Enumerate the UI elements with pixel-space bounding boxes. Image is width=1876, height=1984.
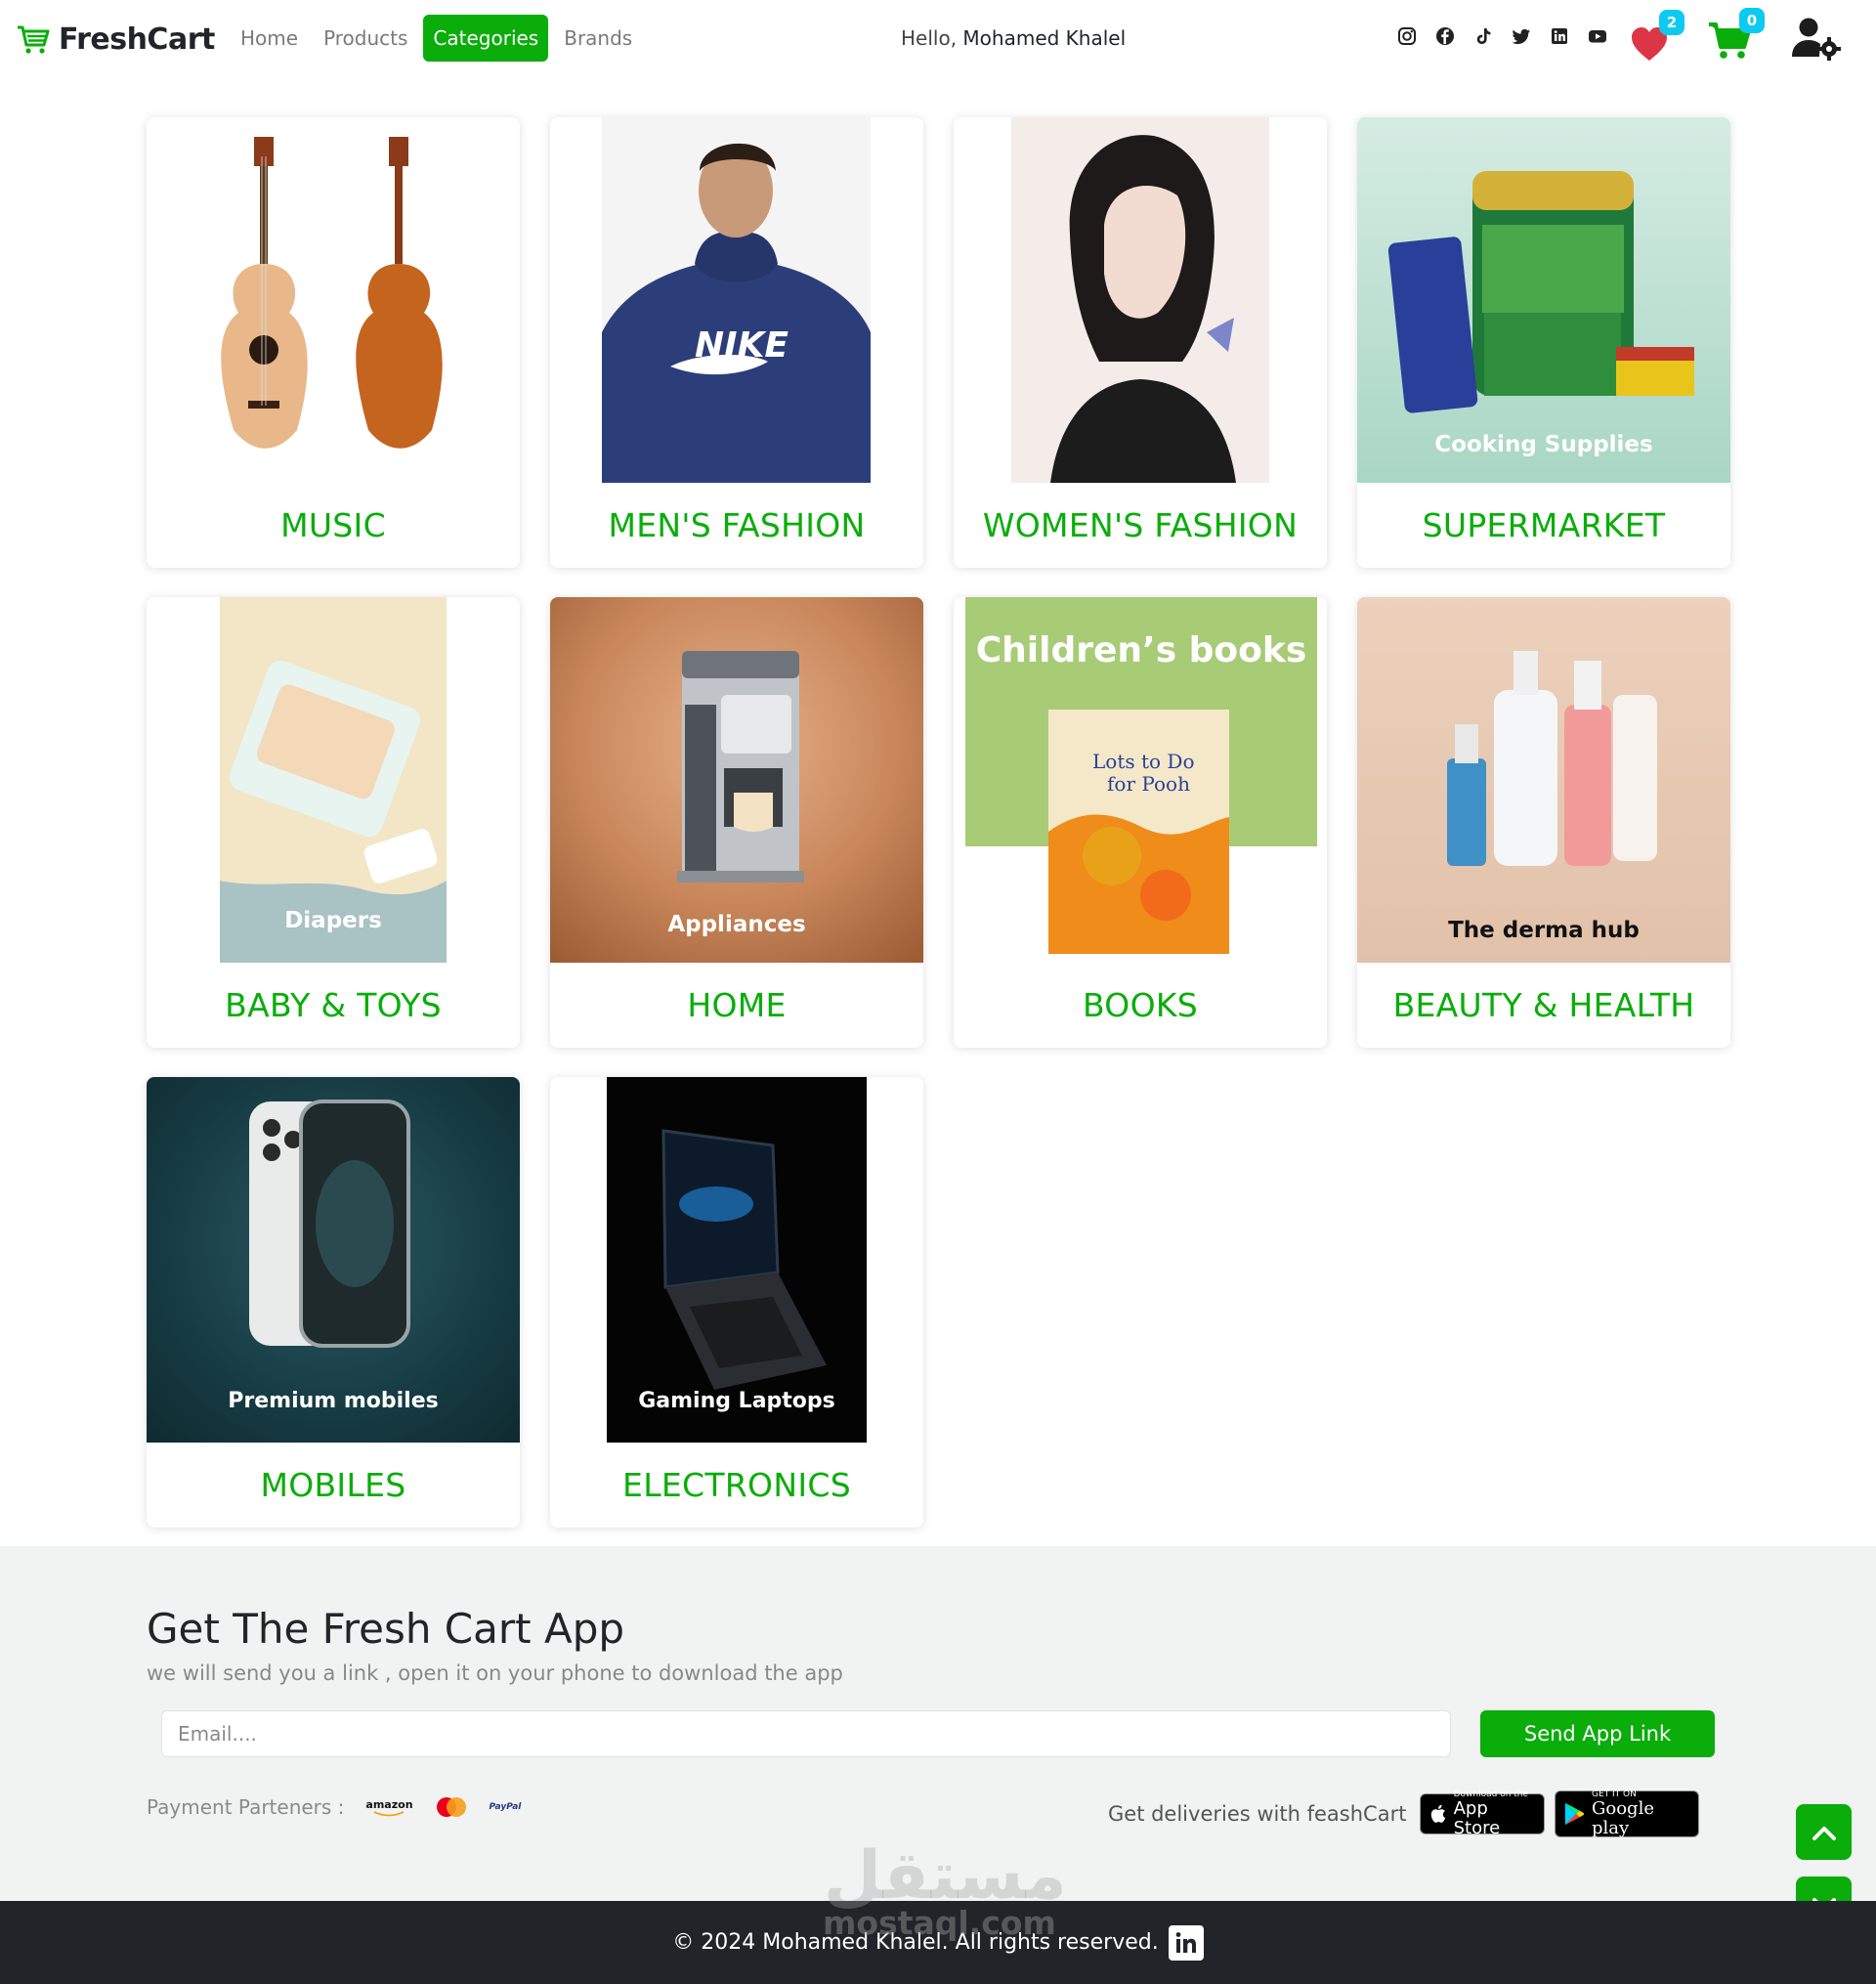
- category-name: HOME: [687, 986, 787, 1024]
- supermarket-image: Cooking Supplies: [1357, 117, 1730, 483]
- derma-products-image: [1447, 651, 1657, 866]
- man-hoodie-image: NIKE: [602, 117, 871, 483]
- copyright-text: © 2024 Mohamed Khalel. All rights reserv…: [672, 1930, 1159, 1955]
- svg-text:for Pooh: for Pooh: [1107, 772, 1190, 796]
- greeting-prefix: Hello,: [901, 26, 958, 50]
- category-name: MEN'S FASHION: [608, 506, 866, 544]
- category-name: WOMEN'S FASHION: [982, 506, 1299, 544]
- category-card-books[interactable]: Lots to Do for Pooh Children’s books BOO…: [954, 597, 1327, 1048]
- music-image: [199, 117, 468, 483]
- category-card-baby-toys[interactable]: Diapers BABY & TOYS: [147, 597, 520, 1048]
- category-card-music[interactable]: MUSIC: [147, 117, 520, 568]
- svg-text:Lots to Do: Lots to Do: [1092, 750, 1195, 773]
- category-name: SUPERMARKET: [1422, 506, 1666, 544]
- app-download-section: Get The Fresh Cart App we will send you …: [0, 1546, 1876, 1901]
- user-gear-icon: [1792, 18, 1841, 61]
- navbar: FreshCart Home Products Categories Brand…: [0, 0, 1876, 80]
- wishlist-count-badge: 2: [1659, 10, 1684, 35]
- greeting: Hello, Mohamed Khalel: [901, 26, 1126, 50]
- baby-toys-image: Diapers: [220, 597, 447, 963]
- apple-icon: [1431, 1804, 1446, 1823]
- image-text: The derma hub: [1448, 918, 1640, 943]
- facebook-icon[interactable]: [1435, 26, 1455, 46]
- guitar-image: [221, 137, 443, 449]
- app-section-subtitle: we will send you a link , open it on you…: [147, 1661, 843, 1685]
- category-card-home[interactable]: Appliances HOME: [550, 597, 923, 1048]
- category-card-womens-fashion[interactable]: WOMEN'S FASHION: [954, 117, 1327, 568]
- category-name: BEAUTY & HEALTH: [1392, 986, 1695, 1024]
- gaming-laptop-image: [607, 1077, 867, 1443]
- linkedin-icon[interactable]: [1550, 26, 1569, 46]
- category-card-mobiles[interactable]: Premium mobiles MOBILES: [147, 1077, 520, 1528]
- app-store-button[interactable]: Download on the App Store: [1420, 1790, 1546, 1838]
- paypal-logo: PayPal: [489, 1802, 522, 1812]
- footer-linkedin-icon[interactable]: [1168, 1924, 1204, 1961]
- footer: © 2024 Mohamed Khalel. All rights reserv…: [0, 1901, 1876, 1984]
- category-name: ELECTRONICS: [622, 1466, 851, 1504]
- scroll-up-button[interactable]: [1796, 1804, 1852, 1860]
- image-text: Cooking Supplies: [1434, 432, 1653, 457]
- image-text: Gaming Laptops: [638, 1389, 835, 1413]
- image-text: Diapers: [284, 908, 382, 933]
- category-card-beauty-health[interactable]: The derma hub BEAUTY & HEALTH: [1357, 597, 1730, 1048]
- tiktok-icon[interactable]: [1473, 26, 1493, 46]
- category-card-electronics[interactable]: Gaming Laptops ELECTRONICS: [550, 1077, 923, 1528]
- cart-count-badge: 0: [1739, 8, 1765, 33]
- send-app-link-button[interactable]: Send App Link: [1480, 1710, 1715, 1757]
- google-play-button[interactable]: GET IT ON Google play: [1555, 1790, 1700, 1838]
- womens-fashion-image: [1011, 117, 1269, 483]
- mastercard-icon: [435, 1796, 468, 1818]
- category-card-supermarket[interactable]: Cooking Supplies SUPERMARKET: [1357, 117, 1730, 568]
- cart-button[interactable]: 0: [1708, 8, 1765, 59]
- home-image: Appliances: [550, 597, 923, 963]
- nav-links: Home Products Categories Brands: [231, 15, 642, 62]
- mobiles-image: Premium mobiles: [147, 1077, 520, 1443]
- twitter-icon[interactable]: [1512, 26, 1531, 46]
- instagram-icon[interactable]: [1397, 26, 1417, 46]
- payment-partners: Payment Parteners : amazon PayPal: [147, 1795, 521, 1819]
- electronics-image: Gaming Laptops: [607, 1077, 867, 1443]
- category-name: MUSIC: [280, 506, 386, 544]
- account-settings-button[interactable]: [1790, 16, 1843, 61]
- category-name: BOOKS: [1082, 986, 1199, 1024]
- mens-fashion-image: NIKE: [602, 117, 871, 483]
- delivery-label: Get deliveries with feashCart: [1108, 1802, 1407, 1826]
- category-name: BABY & TOYS: [225, 986, 442, 1024]
- google-play-icon: [1565, 1802, 1585, 1826]
- brand-name: FreshCart: [59, 22, 215, 57]
- category-name: MOBILES: [260, 1466, 406, 1504]
- iphone-image: [249, 1100, 410, 1348]
- svg-text:NIKE: NIKE: [695, 325, 789, 366]
- category-card-mens-fashion[interactable]: NIKE MEN'S FASHION: [550, 117, 923, 568]
- coffee-machine-image: [677, 651, 804, 883]
- cart-logo-icon: [18, 25, 50, 54]
- app-section-title: Get The Fresh Cart App: [147, 1605, 625, 1653]
- youtube-icon[interactable]: [1588, 26, 1607, 46]
- payment-partners-label: Payment Parteners :: [147, 1795, 345, 1819]
- image-text: Appliances: [667, 912, 806, 937]
- nav-home[interactable]: Home: [231, 15, 308, 62]
- amazon-logo: amazon: [365, 1798, 413, 1817]
- image-text: Children’s books: [975, 630, 1307, 670]
- nav-brands[interactable]: Brands: [554, 15, 642, 62]
- app-store-links: Get deliveries with feashCart Download o…: [1108, 1790, 1700, 1838]
- wishlist-button[interactable]: 2: [1630, 10, 1684, 61]
- user-name: Mohamed Khalel: [962, 26, 1127, 50]
- email-input[interactable]: [161, 1710, 1451, 1757]
- woman-illustration-image: [1011, 117, 1269, 483]
- image-text: Premium mobiles: [228, 1389, 439, 1413]
- nav-products[interactable]: Products: [314, 15, 417, 62]
- beauty-health-image: The derma hub: [1357, 597, 1730, 963]
- nav-categories[interactable]: Categories: [423, 15, 549, 62]
- chevron-up-icon: [1812, 1826, 1836, 1840]
- brand-logo[interactable]: FreshCart: [16, 22, 215, 57]
- books-image: Lots to Do for Pooh Children’s books: [965, 597, 1317, 963]
- social-links: [1397, 26, 1607, 46]
- cooking-supplies-image: [1387, 171, 1694, 413]
